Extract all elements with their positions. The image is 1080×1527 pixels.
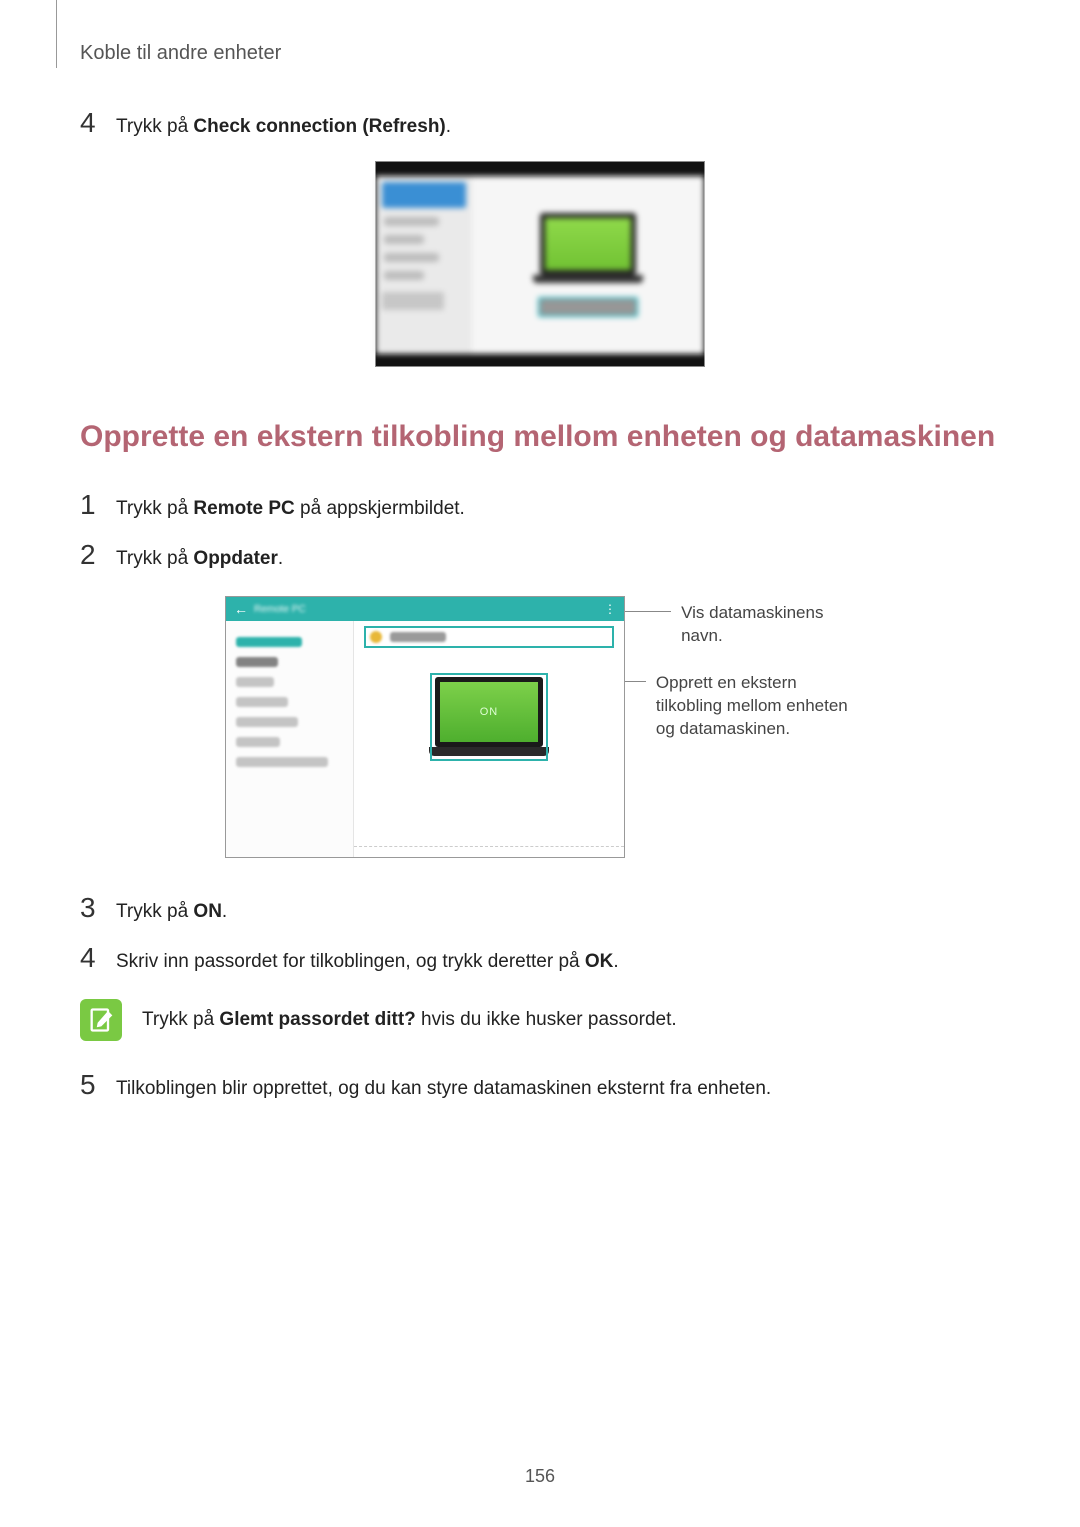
step-number: 2	[80, 541, 102, 569]
note-icon	[80, 999, 122, 1041]
step-text: Tilkoblingen blir opprettet, og du kan s…	[116, 1071, 771, 1103]
step-text: Trykk på ON.	[116, 894, 227, 926]
figure1-main	[472, 176, 704, 354]
highlight-name	[364, 626, 614, 648]
laptop-icon	[533, 213, 643, 287]
text-pre: Trykk på	[116, 548, 193, 569]
page-number: 156	[525, 1466, 555, 1487]
text-post: hvis du ikke husker passordet.	[416, 1009, 677, 1030]
text-post: .	[222, 901, 227, 922]
text-bold: ON	[193, 901, 222, 922]
menu-dots-icon: ⋮	[604, 602, 616, 616]
highlight-laptop	[430, 673, 548, 761]
note-text: Trykk på Glemt passordet ditt? hvis du i…	[142, 999, 677, 1031]
step-text: Trykk på Check connection (Refresh).	[116, 109, 451, 141]
callout-line	[625, 681, 646, 682]
text-bold: Remote PC	[193, 498, 294, 519]
text-bold: OK	[585, 951, 614, 972]
text-post: .	[278, 548, 283, 569]
step-text: Trykk på Remote PC på appskjermbildet.	[116, 491, 465, 523]
step-2: 2 Trykk på Oppdater.	[80, 541, 1000, 573]
header-rule	[56, 0, 57, 68]
figure2-sidebar	[226, 621, 354, 857]
step-4a: 4 Trykk på Check connection (Refresh).	[80, 109, 1000, 141]
callout-2: Opprett en ekstern tilkobling mellom enh…	[625, 672, 855, 741]
text-post: på appskjermbildet.	[295, 498, 465, 519]
step-number: 4	[80, 109, 102, 137]
text-pre: Trykk på	[116, 498, 193, 519]
figure-1-device	[375, 161, 705, 367]
figure2-titlebar: ← Remote PC ⋮	[226, 597, 624, 621]
section-heading: Opprette en ekstern tilkobling mellom en…	[80, 417, 1000, 458]
figure1-bottombar	[376, 354, 704, 366]
text-bold: Oppdater	[193, 548, 277, 569]
step-3: 3 Trykk på ON.	[80, 894, 1000, 926]
text-post: .	[613, 951, 618, 972]
callout-text: Vis datamaskinens navn.	[671, 602, 855, 648]
check-connection-button	[538, 297, 638, 317]
step-text: Trykk på Oppdater.	[116, 541, 283, 573]
step-5: 5 Tilkoblingen blir opprettet, og du kan…	[80, 1071, 1000, 1103]
callouts: Vis datamaskinens navn. Opprett en ekste…	[625, 596, 855, 741]
note: Trykk på Glemt passordet ditt? hvis du i…	[80, 999, 1000, 1041]
step-number: 4	[80, 944, 102, 972]
figure-2-device: ← Remote PC ⋮	[225, 596, 625, 858]
text-pre: Trykk på	[142, 1009, 219, 1030]
figure2-divider	[354, 846, 624, 847]
page-content: Koble til andre enheter 4 Trykk på Check…	[0, 0, 1080, 1161]
step-number: 1	[80, 491, 102, 519]
step-4b: 4 Skriv inn passordet for tilkoblingen, …	[80, 944, 1000, 976]
back-arrow-icon: ←	[234, 601, 248, 617]
figure-1	[80, 161, 1000, 367]
text-post: .	[446, 116, 451, 137]
text-pre: Skriv inn passordet for tilkoblingen, og…	[116, 951, 585, 972]
figure1-topbar	[376, 162, 704, 176]
step-number: 5	[80, 1071, 102, 1099]
text-bold: Glemt passordet ditt?	[219, 1009, 415, 1030]
figure1-sidebar	[376, 176, 472, 354]
step-1: 1 Trykk på Remote PC på appskjermbildet.	[80, 491, 1000, 523]
step-number: 3	[80, 894, 102, 922]
figure2-title: Remote PC	[254, 604, 306, 615]
text-pre: Trykk på	[116, 901, 193, 922]
step-text: Skriv inn passordet for tilkoblingen, og…	[116, 944, 619, 976]
callout-line	[625, 611, 671, 612]
breadcrumb: Koble til andre enheter	[80, 42, 1000, 65]
callout-text: Opprett en ekstern tilkobling mellom enh…	[646, 672, 855, 741]
callout-1: Vis datamaskinens navn.	[625, 602, 855, 648]
text-pre: Trykk på	[116, 116, 193, 137]
figure2-main: ON	[354, 621, 624, 857]
figure-2-wrap: ← Remote PC ⋮	[80, 596, 1000, 858]
text-bold: Check connection (Refresh)	[193, 116, 445, 137]
